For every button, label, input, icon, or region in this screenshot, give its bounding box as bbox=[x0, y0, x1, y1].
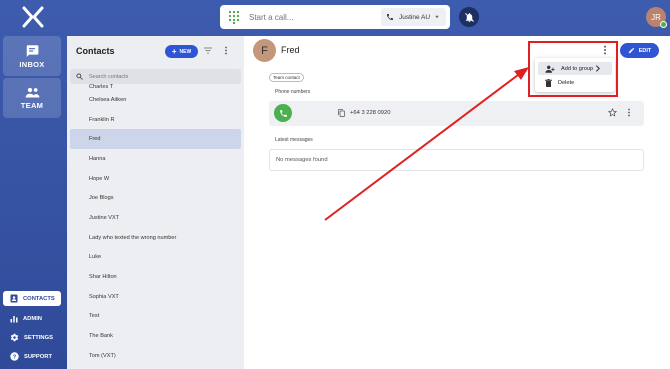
annotation-arrow bbox=[324, 67, 529, 221]
